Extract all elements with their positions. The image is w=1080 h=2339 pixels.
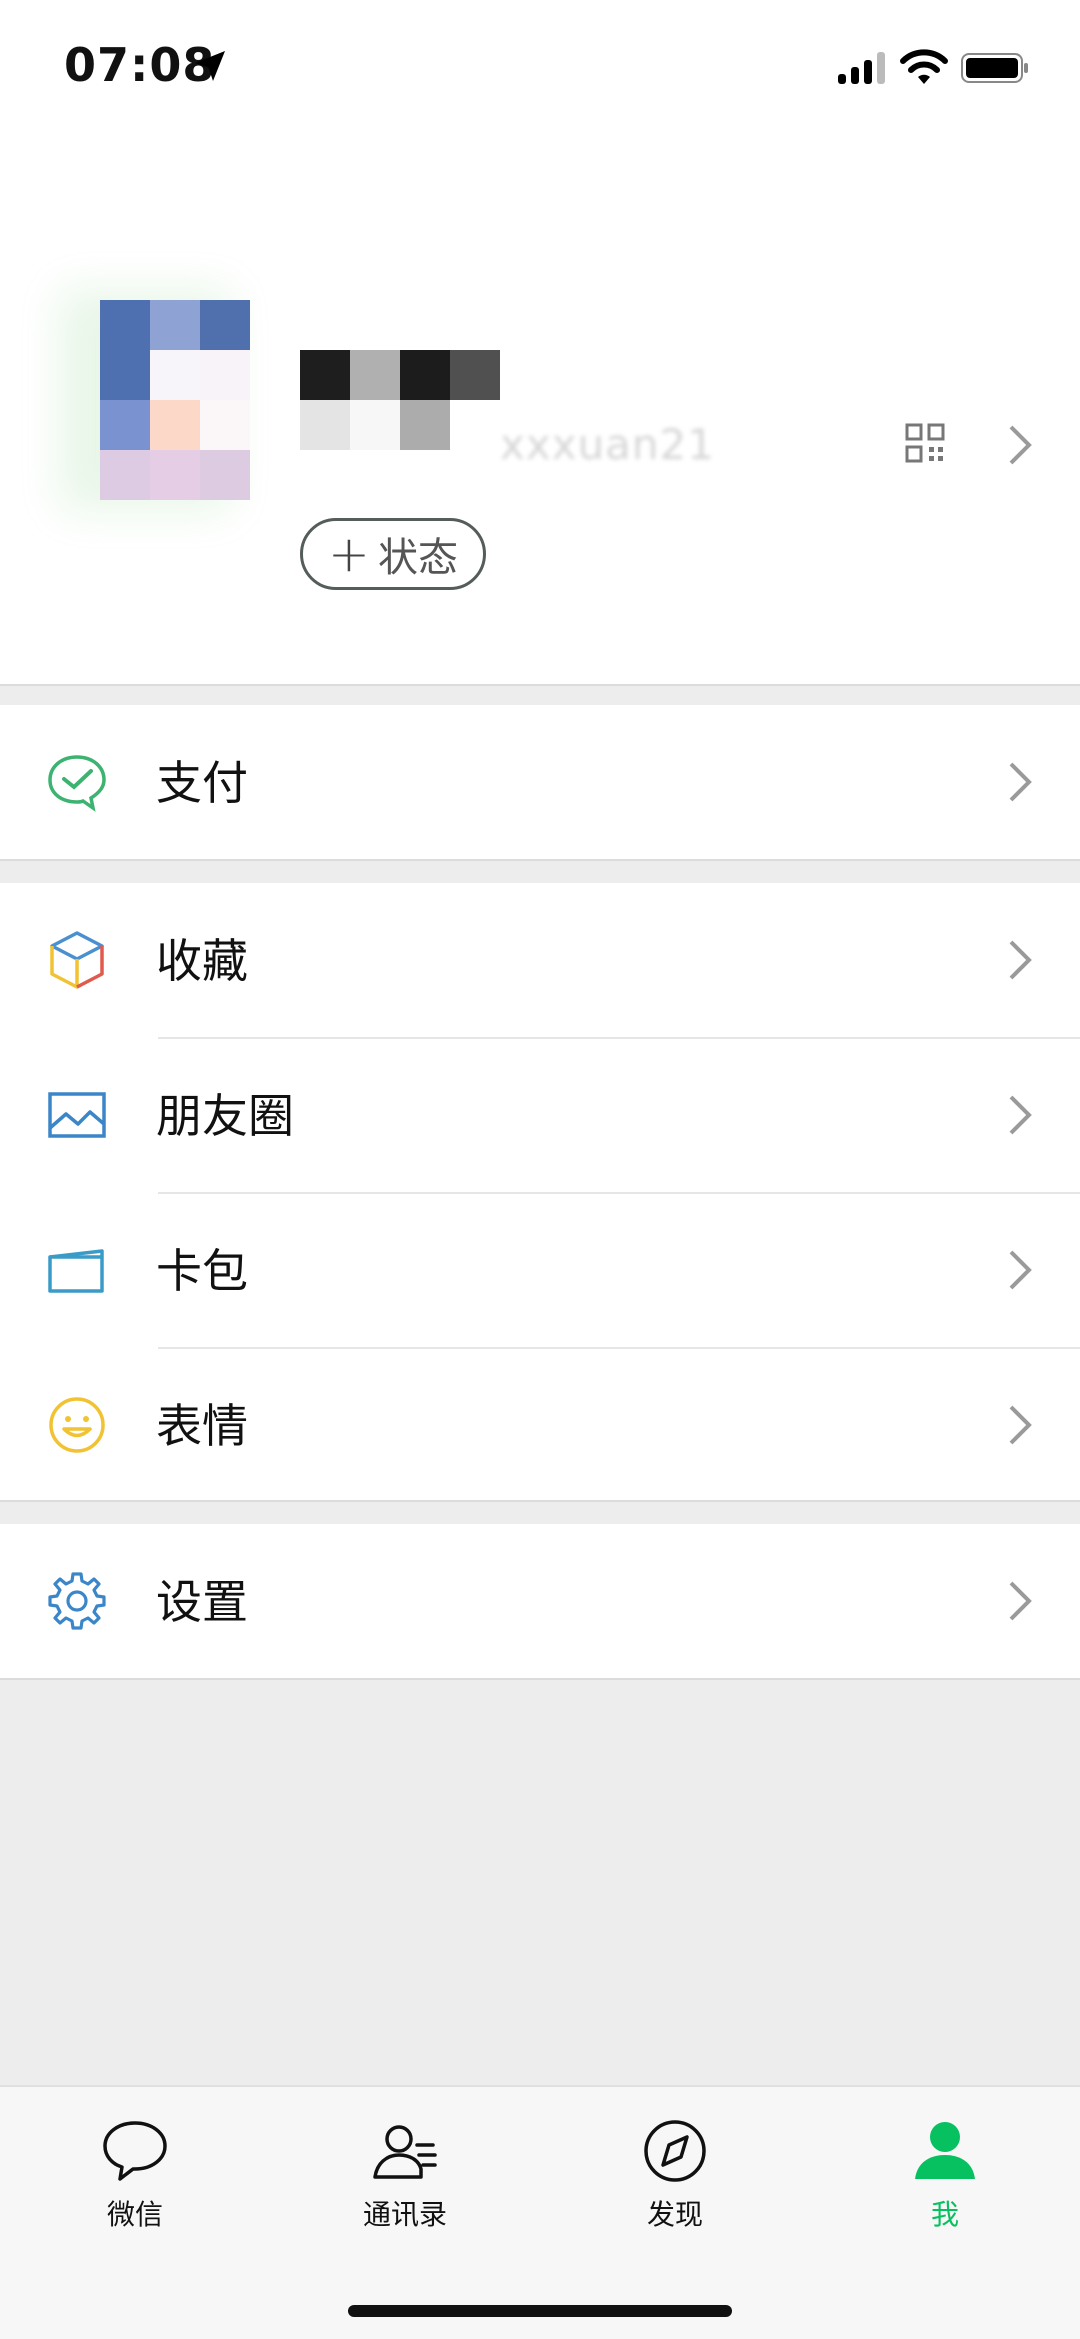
wifi-icon [900, 49, 948, 84]
compass-icon [644, 2120, 706, 2182]
chevron-right-icon [1009, 762, 1032, 802]
divider [0, 859, 1080, 861]
add-status-label: 状态 [377, 535, 458, 581]
pay-section: 支付 [0, 705, 1080, 860]
chevron-right-icon[interactable] [1005, 423, 1035, 467]
tab-label: 通讯录 [362, 2198, 447, 2231]
menu-item-label: 设置 [156, 1575, 248, 1629]
moments-image-icon [48, 1092, 106, 1138]
menu-item-label: 支付 [156, 756, 248, 810]
favorites-cube-icon [50, 931, 104, 989]
home-indicator[interactable] [348, 2305, 732, 2317]
chevron-right-icon [1009, 1581, 1032, 1621]
divider [0, 684, 1080, 686]
avatar[interactable] [100, 300, 250, 500]
divider [0, 1500, 1080, 1502]
gear-icon [48, 1572, 106, 1630]
settings-section: 设置 [0, 1524, 1080, 1679]
cellular-signal-icon [838, 52, 885, 84]
tab-label: 我 [930, 2198, 959, 2231]
card-wallet-icon [48, 1249, 104, 1293]
chevron-right-icon [1009, 1405, 1032, 1445]
profile-header[interactable]: xxxuan21 + 状态 [0, 140, 1080, 685]
tab-chats[interactable]: 微信 [35, 2115, 235, 2235]
menu-item-favorites[interactable]: 收藏 [0, 883, 1080, 1038]
menu-item-label: 表情 [156, 1399, 248, 1453]
tab-discover[interactable]: 发现 [575, 2115, 775, 2235]
menu-item-cards[interactable]: 卡包 [0, 1193, 1080, 1348]
tab-label: 发现 [646, 2198, 703, 2231]
person-icon [915, 2122, 975, 2179]
menu-item-label: 朋友圈 [156, 1089, 294, 1143]
chevron-right-icon [1009, 940, 1032, 980]
bottom-tab-bar: 微信 通讯录 发现 我 [0, 2085, 1080, 2339]
tab-me[interactable]: 我 [845, 2115, 1045, 2235]
chevron-right-icon [1009, 1250, 1032, 1290]
tab-contacts[interactable]: 通讯录 [305, 2115, 505, 2235]
tab-label: 微信 [106, 2198, 163, 2231]
battery-icon [961, 53, 1028, 83]
menu-item-settings[interactable]: 设置 [0, 1524, 1080, 1679]
contacts-icon [373, 2125, 437, 2179]
chat-bubble-icon [103, 2121, 167, 2181]
plus-icon: + [328, 525, 370, 583]
menu-item-pay[interactable]: 支付 [0, 705, 1080, 860]
menu-item-label: 卡包 [156, 1244, 248, 1298]
menu-item-stickers[interactable]: 表情 [0, 1348, 1080, 1503]
pay-icon [48, 755, 106, 812]
divider [0, 1678, 1080, 1680]
status-bar: 07:08 [0, 0, 1080, 140]
chevron-right-icon [1009, 1095, 1032, 1135]
qr-code-icon[interactable] [905, 423, 945, 463]
menu-item-moments[interactable]: 朋友圈 [0, 1038, 1080, 1193]
menu-item-label: 收藏 [156, 934, 248, 988]
wechat-id-blurred: xxxuan21 [500, 420, 715, 469]
features-section: 收藏 朋友圈 卡包 表情 [0, 883, 1080, 1501]
nickname-blurred [300, 350, 500, 450]
smiley-face-icon [49, 1397, 105, 1453]
add-status-button[interactable]: + 状态 [300, 518, 486, 590]
location-arrow-icon [195, 51, 225, 81]
